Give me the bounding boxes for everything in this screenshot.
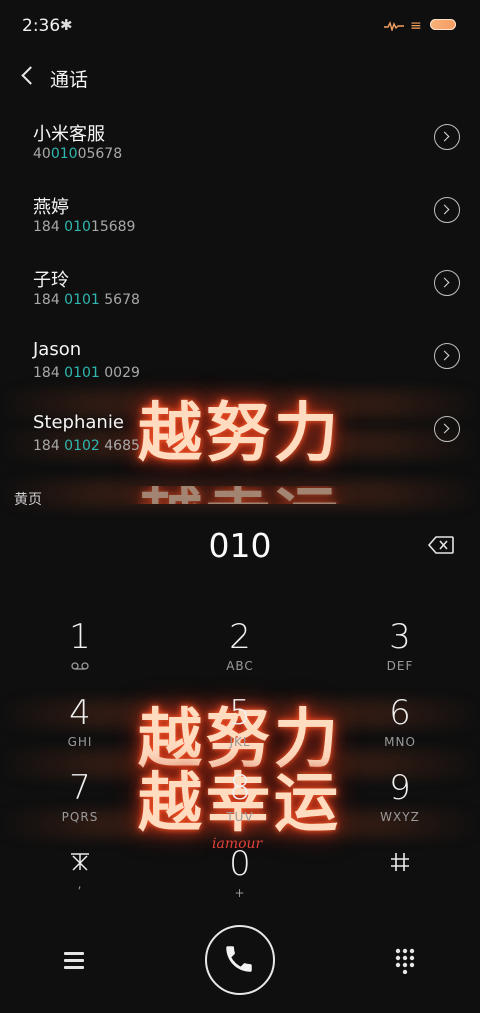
dialpad-toggle-icon[interactable]: [395, 948, 415, 974]
contact-name: 子玲: [33, 270, 69, 291]
key-8[interactable]: 8 TUV: [180, 769, 300, 839]
key-3[interactable]: 3 DEF: [340, 618, 460, 688]
page-title: 通话: [50, 69, 89, 91]
contact-detail-chevron-icon[interactable]: [434, 197, 460, 223]
contact-number: 184 0101 0029: [33, 365, 140, 381]
contact-row[interactable]: Stephanie 184 0102 4685: [0, 412, 480, 482]
key-hash[interactable]: [340, 845, 460, 915]
contact-row[interactable]: Jason 184 0101 0029: [0, 339, 480, 409]
key-2[interactable]: 2 ABC: [180, 618, 300, 688]
contact-detail-chevron-icon[interactable]: [434, 343, 460, 369]
contact-name: Jason: [33, 339, 82, 360]
key-4[interactable]: 4 GHI: [20, 694, 140, 764]
contact-row[interactable]: 燕婷 184 01015689: [0, 193, 480, 263]
contact-row[interactable]: 小米客服 4001005678: [0, 120, 480, 190]
key-1[interactable]: 1: [20, 618, 140, 688]
battery-icon: [430, 19, 456, 30]
back-icon[interactable]: [16, 64, 40, 88]
contact-name: 小米客服: [33, 124, 105, 145]
key-9[interactable]: 9 WXYZ: [340, 769, 460, 839]
voicemail-icon: [71, 662, 89, 670]
key-6[interactable]: 6 MNO: [340, 694, 460, 764]
contact-row[interactable]: 子玲 184 0101 5678: [0, 266, 480, 336]
wallpaper-slogan-top-2: 越幸运: [0, 486, 480, 504]
hash-key-icon: [391, 853, 409, 871]
status-bar: 2:36 ✱ ≡: [0, 0, 480, 52]
contact-detail-chevron-icon[interactable]: [434, 270, 460, 296]
header: 通话: [0, 56, 480, 100]
call-button[interactable]: [205, 925, 275, 995]
contact-number: 184 01015689: [33, 219, 136, 235]
signal-activity-icon: [384, 21, 404, 31]
key-star[interactable]: ,: [20, 845, 140, 915]
key-5[interactable]: 5 JKL: [180, 694, 300, 764]
yellow-pages-link[interactable]: 黄页: [14, 489, 42, 509]
contact-name: 燕婷: [33, 197, 69, 218]
contact-detail-chevron-icon[interactable]: [434, 416, 460, 442]
phone-icon: [226, 946, 252, 972]
contact-number: 4001005678: [33, 146, 123, 162]
contact-number: 184 0102 4685: [33, 438, 140, 454]
bluetooth-icon: ✱: [60, 16, 73, 34]
key-7[interactable]: 7 PQRS: [20, 769, 140, 839]
backspace-icon[interactable]: [428, 536, 454, 554]
status-time: 2:36: [22, 16, 61, 36]
contact-name: Stephanie: [33, 412, 124, 433]
contact-number: 184 0101 5678: [33, 292, 140, 308]
contact-detail-chevron-icon[interactable]: [434, 124, 460, 150]
key-0[interactable]: 0 +: [180, 845, 300, 915]
wifi-icon: ≡: [410, 18, 422, 34]
star-key-icon: [71, 853, 89, 871]
menu-icon[interactable]: [64, 950, 86, 970]
dial-input[interactable]: 010: [0, 526, 480, 565]
